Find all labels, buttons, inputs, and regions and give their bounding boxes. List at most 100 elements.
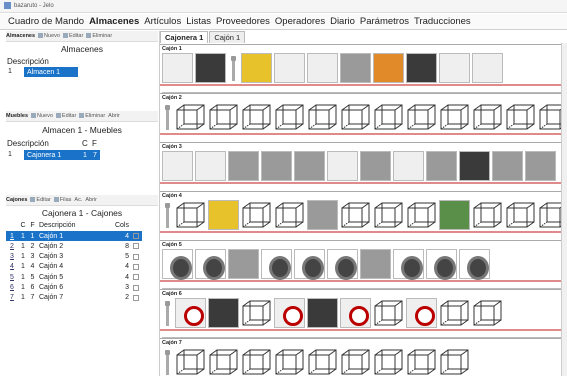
menu-articulos[interactable]: Artículos <box>144 16 181 27</box>
empty-slot-icon[interactable] <box>241 298 272 328</box>
product-thumbnail[interactable] <box>162 151 193 181</box>
empty-slot-icon[interactable] <box>373 298 404 328</box>
empty-slot-icon[interactable] <box>373 347 404 376</box>
cajones-table-row[interactable]: 4 1 4 Cajón 44 <box>6 262 142 272</box>
product-thumbnail[interactable] <box>327 151 358 181</box>
menu-diario[interactable]: Diario <box>330 16 355 27</box>
product-thumbnail[interactable] <box>459 151 490 181</box>
product-thumbnail[interactable] <box>373 53 404 83</box>
caster-wheel-icon[interactable] <box>327 249 358 280</box>
red-wheel-icon[interactable] <box>175 298 206 328</box>
muebles-new-button[interactable]: Nuevo <box>31 113 53 119</box>
empty-slot-icon[interactable] <box>373 102 404 132</box>
empty-slot-icon[interactable] <box>208 347 239 376</box>
cajones-table-row[interactable]: 3 1 3 Cajón 3 5 <box>6 252 142 262</box>
empty-slot-icon[interactable] <box>175 200 206 230</box>
product-thumbnail[interactable] <box>228 249 259 279</box>
empty-slot-icon[interactable] <box>307 347 338 376</box>
product-thumbnail[interactable] <box>406 53 437 83</box>
product-thumbnail[interactable] <box>208 200 239 230</box>
empty-slot-icon[interactable] <box>241 347 272 376</box>
red-wheel-icon[interactable] <box>406 298 437 328</box>
product-thumbnail[interactable] <box>228 151 259 181</box>
empty-slot-icon[interactable] <box>406 347 437 376</box>
empty-slot-icon[interactable] <box>340 102 371 132</box>
product-thumbnail[interactable] <box>340 53 371 83</box>
product-thumbnail[interactable] <box>261 151 292 181</box>
product-thumbnail[interactable] <box>492 151 523 181</box>
cajones-ac-button[interactable]: Ac. <box>74 197 82 203</box>
caster-wheel-icon[interactable] <box>261 249 292 280</box>
empty-slot-icon[interactable] <box>274 347 305 376</box>
muebles-delete-button[interactable]: Eliminar <box>79 113 105 119</box>
bolt-icon[interactable] <box>162 298 172 328</box>
menu-proveedores[interactable]: Proveedores <box>216 16 270 27</box>
cajones-table-row[interactable]: 2 1 2 Cajón 2 8 <box>6 241 142 251</box>
product-thumbnail[interactable] <box>195 151 226 181</box>
caster-wheel-icon[interactable] <box>294 249 325 280</box>
product-thumbnail[interactable] <box>307 298 338 328</box>
cajones-open-button[interactable]: Abrir <box>85 197 97 203</box>
empty-slot-icon[interactable] <box>340 347 371 376</box>
row-checkbox[interactable] <box>133 253 139 260</box>
menu-cuadro-de-mando[interactable]: Cuadro de Mando <box>8 16 84 27</box>
empty-slot-icon[interactable] <box>373 200 404 230</box>
empty-slot-icon[interactable] <box>406 102 437 132</box>
row-checkbox[interactable] <box>133 284 139 291</box>
empty-slot-icon[interactable] <box>241 102 272 132</box>
empty-slot-icon[interactable] <box>439 347 470 376</box>
empty-slot-icon[interactable] <box>472 298 503 328</box>
product-thumbnail[interactable] <box>294 151 325 181</box>
bolt-icon[interactable] <box>162 200 172 230</box>
empty-slot-icon[interactable] <box>340 200 371 230</box>
row-checkbox[interactable] <box>133 274 139 281</box>
product-thumbnail[interactable] <box>393 151 424 181</box>
caster-wheel-icon[interactable] <box>162 249 193 280</box>
caster-wheel-icon[interactable] <box>426 249 457 280</box>
product-thumbnail[interactable] <box>195 53 226 83</box>
row-checkbox[interactable] <box>133 243 139 250</box>
almacenes-edit-button[interactable]: Editar <box>62 33 83 39</box>
cajones-table-row[interactable]: 7 1 7 Cajón 7 2 <box>6 293 142 303</box>
almacenes-row-selected[interactable]: Almacen 1 <box>24 67 78 77</box>
cajones-rows-button[interactable]: Filas <box>53 197 71 203</box>
empty-slot-icon[interactable] <box>274 102 305 132</box>
bolt-icon[interactable] <box>162 347 172 376</box>
menu-operadores[interactable]: Operadores <box>275 16 325 27</box>
empty-slot-icon[interactable] <box>406 200 437 230</box>
cajones-table-row[interactable]: 1 1 1 Cajón 14 <box>6 231 142 241</box>
muebles-row-selected[interactable]: Cajonera 1 1 7 <box>24 150 100 160</box>
product-thumbnail[interactable] <box>439 200 470 230</box>
empty-slot-icon[interactable] <box>505 200 536 230</box>
empty-slot-icon[interactable] <box>175 347 206 376</box>
product-thumbnail[interactable] <box>241 53 272 83</box>
cajones-table-row[interactable]: 6 1 6 Cajón 6 3 <box>6 283 142 293</box>
empty-slot-icon[interactable] <box>505 102 536 132</box>
caster-wheel-icon[interactable] <box>393 249 424 280</box>
caster-wheel-icon[interactable] <box>459 249 490 280</box>
cajones-edit-button[interactable]: Editar <box>30 197 51 203</box>
bolt-icon[interactable] <box>228 53 238 83</box>
cajones-table-row[interactable]: 5 1 5 Cajón 5 4 <box>6 272 142 282</box>
menu-almacenes[interactable]: Almacenes <box>89 16 139 27</box>
row-checkbox[interactable] <box>133 263 139 270</box>
product-thumbnail[interactable] <box>426 151 457 181</box>
almacenes-delete-button[interactable]: Eliminar <box>86 33 112 39</box>
menu-listas[interactable]: Listas <box>186 16 211 27</box>
empty-slot-icon[interactable] <box>241 200 272 230</box>
empty-slot-icon[interactable] <box>472 200 503 230</box>
product-thumbnail[interactable] <box>208 298 239 328</box>
product-thumbnail[interactable] <box>307 200 338 230</box>
product-thumbnail[interactable] <box>307 53 338 83</box>
empty-slot-icon[interactable] <box>439 102 470 132</box>
red-wheel-icon[interactable] <box>340 298 371 328</box>
row-checkbox[interactable] <box>133 233 139 239</box>
menu-traducciones[interactable]: Traducciones <box>414 16 471 27</box>
almacenes-new-button[interactable]: Nuevo <box>38 33 60 39</box>
vertical-scrollbar[interactable] <box>561 43 567 376</box>
tab-cajonera-1[interactable]: Cajonera 1 <box>160 31 209 43</box>
row-checkbox[interactable] <box>133 294 139 301</box>
caster-wheel-icon[interactable] <box>195 249 226 280</box>
empty-slot-icon[interactable] <box>307 102 338 132</box>
product-thumbnail[interactable] <box>162 53 193 83</box>
